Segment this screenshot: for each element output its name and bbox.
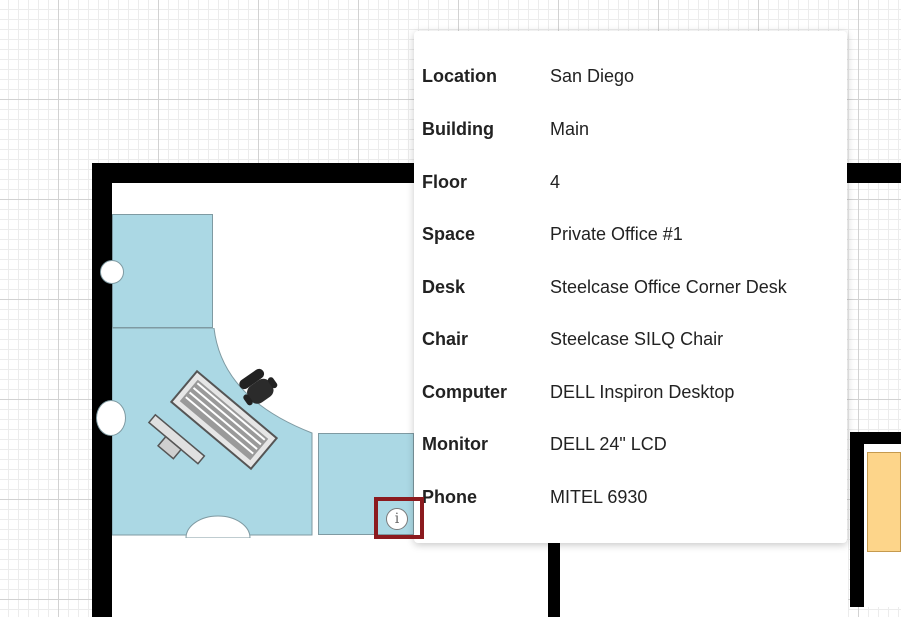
desk-details-tooltip: Location San Diego Building Main Floor 4… — [414, 31, 847, 543]
row-label: Desk — [422, 277, 466, 297]
row-label: Space — [422, 224, 476, 244]
row-label: Building — [422, 119, 494, 139]
monitor-icon — [147, 413, 206, 465]
corner-desk-notch-left — [96, 400, 126, 436]
wall-room-right — [850, 432, 864, 607]
chair-icon — [239, 368, 278, 406]
row-value: Steelcase SILQ Chair — [550, 329, 724, 349]
row-value: Private Office #1 — [550, 224, 683, 244]
corridor-interior — [414, 543, 548, 617]
row-value: DELL 24" LCD — [550, 434, 667, 454]
side-desk-notch — [100, 260, 124, 284]
row-label: Phone — [422, 487, 478, 507]
info-icon[interactable]: i — [386, 508, 408, 530]
row-label: Monitor — [422, 434, 488, 454]
wall-corridor-left — [548, 543, 560, 617]
row-value: MITEL 6930 — [550, 487, 648, 507]
wall-room-top — [850, 432, 901, 444]
row-value: San Diego — [550, 66, 635, 86]
row-value: Steelcase Office Corner Desk — [550, 277, 787, 297]
row-label: Floor — [422, 172, 467, 192]
corridor-room — [560, 543, 848, 617]
wall-top — [92, 163, 422, 183]
adjacent-room-fill[interactable] — [867, 452, 901, 552]
side-desk[interactable] — [112, 214, 213, 328]
row-value: 4 — [550, 172, 561, 192]
corner-desk-notch-bottom — [185, 515, 251, 538]
row-label: Location — [422, 66, 497, 86]
row-value: DELL Inspiron Desktop — [550, 382, 735, 402]
row-value: Main — [550, 119, 590, 139]
row-label: Computer — [422, 382, 507, 402]
wall-top-right — [846, 163, 901, 183]
wall-left — [92, 163, 112, 617]
row-label: Chair — [422, 329, 469, 349]
